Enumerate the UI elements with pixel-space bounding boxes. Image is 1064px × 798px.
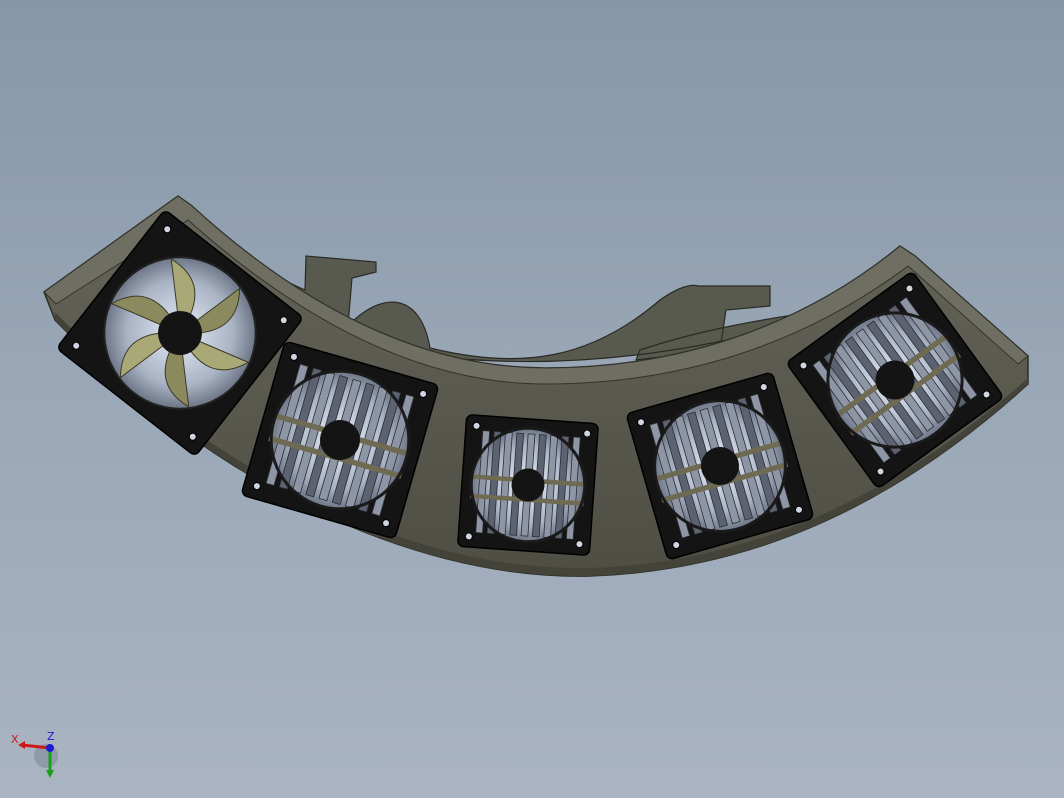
orientation-triad[interactable]: X Z bbox=[8, 728, 68, 788]
z-axis-dot bbox=[46, 744, 54, 752]
model-scene[interactable] bbox=[0, 0, 1064, 798]
mounting-hole bbox=[583, 429, 592, 438]
z-axis-label: Z bbox=[47, 730, 55, 743]
mounting-hole bbox=[464, 532, 473, 541]
fan-3 bbox=[457, 414, 599, 556]
x-axis-label: X bbox=[11, 733, 19, 746]
x-axis-arrowhead bbox=[18, 741, 25, 749]
mounting-hole bbox=[472, 421, 481, 430]
y-axis-arrowhead bbox=[46, 770, 54, 778]
triad-graphic: X Z bbox=[11, 730, 58, 778]
graphics-viewport[interactable]: X Z bbox=[0, 0, 1064, 798]
mounting-hole bbox=[575, 540, 584, 549]
